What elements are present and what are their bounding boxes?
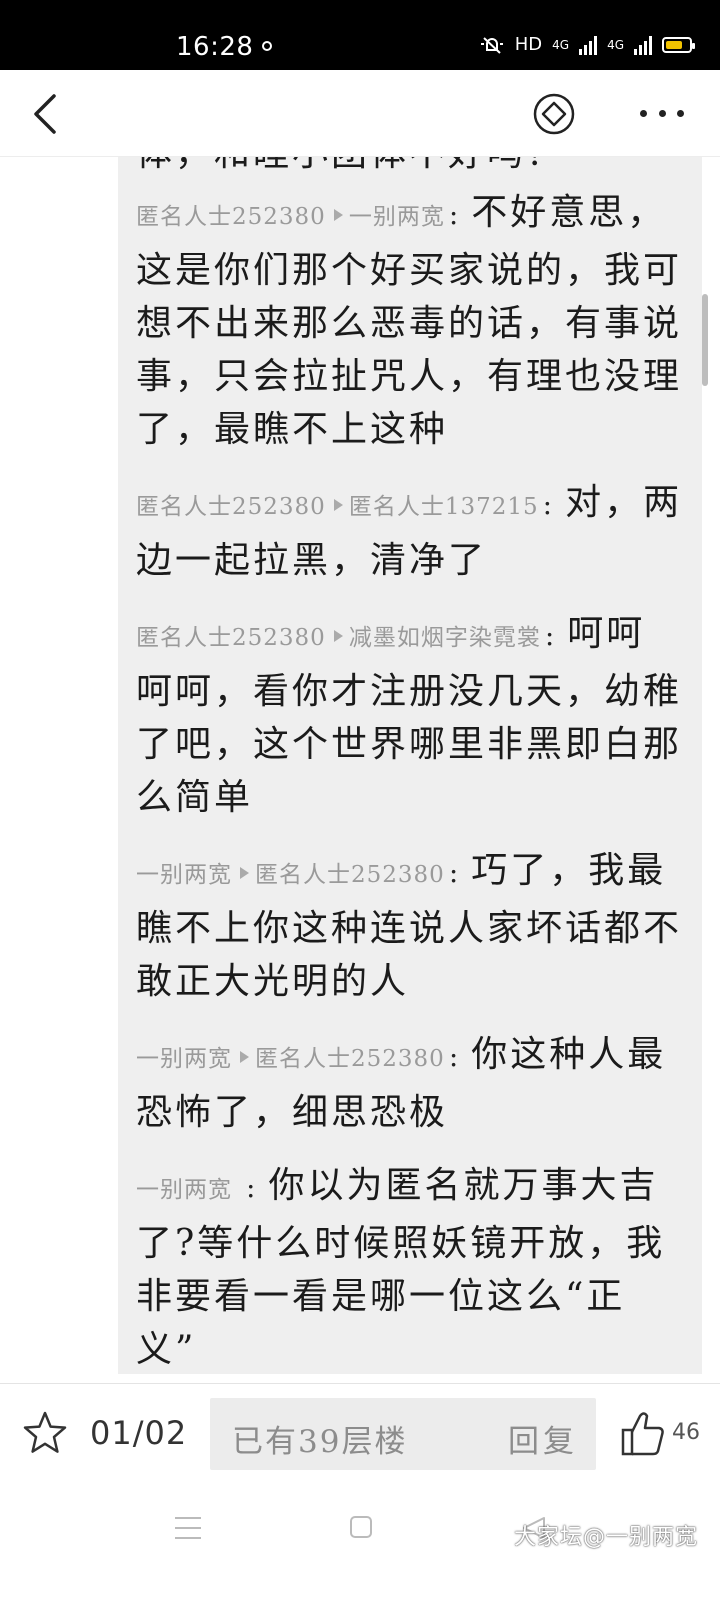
- favorite-button[interactable]: [22, 1410, 68, 1456]
- mute-bell-icon: [479, 35, 505, 55]
- menu-icon[interactable]: [175, 1517, 201, 1539]
- comment-author[interactable]: 一别两宽: [136, 862, 232, 888]
- thumbs-up-icon: [621, 1412, 664, 1456]
- reply-input[interactable]: 已有39层楼 回复: [210, 1398, 596, 1470]
- like-button[interactable]: [620, 1408, 666, 1458]
- comment-author[interactable]: 一别两宽: [136, 1046, 232, 1072]
- diamond-icon: [533, 93, 575, 135]
- thread-content[interactable]: 体，和睦小团体不好吗? 匿名人士252380一别两宽:不好意思，这是你们那个好买…: [0, 157, 720, 1383]
- star-outline-icon: [23, 1411, 67, 1453]
- watermark: 大家坛@一别两宽: [513, 1525, 698, 1550]
- more-button[interactable]: [640, 110, 684, 122]
- comment-author[interactable]: 匿名人士252380: [136, 625, 326, 651]
- comment-item[interactable]: 匿名人士252380 减墨如烟字染霓裳: 呵呵呵呵，看你才注册没几天，幼稚了吧，这个…: [136, 607, 684, 824]
- more-dot-icon: [640, 110, 647, 117]
- comment-target[interactable]: 减墨如烟字染霓裳: [349, 625, 541, 651]
- home-square-icon[interactable]: [350, 1516, 372, 1538]
- comment-item[interactable]: 一别两宽: 你以为匿名就万事大吉了?等什么时候照妖镜开放，我非要看一看是哪一位这么…: [136, 1159, 684, 1376]
- reply-arrow-icon: [333, 209, 343, 221]
- sim2-label: 4G: [607, 37, 624, 52]
- status-time: 16:28: [176, 32, 254, 62]
- more-dot-icon: [677, 110, 684, 117]
- comment-target[interactable]: 一别两宽: [349, 204, 445, 230]
- comment-author[interactable]: 一别两宽: [136, 1177, 232, 1203]
- back-button[interactable]: [28, 92, 68, 136]
- status-icons: HD 4G 4G: [479, 34, 695, 55]
- comment-author[interactable]: 匿名人士252380: [136, 204, 326, 230]
- reply-arrow-icon: [240, 1051, 249, 1063]
- more-dot-icon: [658, 110, 666, 117]
- reply-arrow-icon: [240, 867, 249, 879]
- hd-label: HD: [514, 34, 543, 55]
- reply-arrow-icon: [333, 499, 343, 511]
- comment-item[interactable]: 一别两宽 匿名人士252380: 巧了，我最瞧不上你这种连说人家坏话都不敢正大光明的…: [136, 844, 684, 1008]
- scrollbar-thumb[interactable]: [702, 294, 708, 386]
- notification-dot-icon: [262, 41, 272, 51]
- reply-placeholder: 已有39层楼: [232, 1424, 408, 1460]
- signal2-icon: [634, 35, 652, 55]
- comment-item[interactable]: 匿名人士252380 一别两宽: 不好意思，这是你们那个好买家说的，我可想不出来那么…: [136, 186, 684, 456]
- app-header: [0, 70, 720, 157]
- diamond-button[interactable]: [532, 92, 576, 136]
- chevron-left-icon: [34, 94, 56, 134]
- system-navigation-bar: 大家坛@一别两宽: [0, 1483, 720, 1600]
- comment-panel: 体，和睦小团体不好吗? 匿名人士252380一别两宽:不好意思，这是你们那个好买…: [118, 157, 702, 1374]
- comment-partial: 体，和睦小团体不好吗?: [136, 157, 684, 180]
- comment-item[interactable]: 一别两宽 匿名人士252380: 你这种人最恐怖了，细思恐极: [136, 1028, 684, 1139]
- status-bar: 16:28 HD 4G 4G: [0, 0, 720, 70]
- comment-text: 体，和睦小团体不好吗?: [136, 157, 548, 174]
- signal1-icon: [579, 35, 598, 55]
- comment-target[interactable]: 匿名人士137215: [349, 494, 539, 520]
- comment-item[interactable]: 匿名人士252380 匿名人士137215: 对，两边一起拉黑，清净了: [136, 476, 684, 587]
- bottom-action-bar: 01/02 已有39层楼 回复 46: [0, 1383, 720, 1484]
- comment-target[interactable]: 匿名人士252380: [255, 1046, 445, 1072]
- page-indicator[interactable]: 01/02: [90, 1414, 187, 1452]
- comment-text: 不好意思，这是你们那个好买家说的，我可想不出来那么恶毒的话，有事说事，只会拉扯咒…: [136, 192, 683, 450]
- reply-arrow-icon: [333, 630, 343, 642]
- comment-author[interactable]: 匿名人士252380: [136, 494, 326, 520]
- battery-icon: [662, 36, 695, 53]
- comment-target[interactable]: 匿名人士252380: [255, 862, 445, 888]
- sim1-label: 4G: [552, 37, 570, 52]
- like-count: 46: [672, 1420, 700, 1445]
- reply-button[interactable]: 回复: [508, 1416, 578, 1461]
